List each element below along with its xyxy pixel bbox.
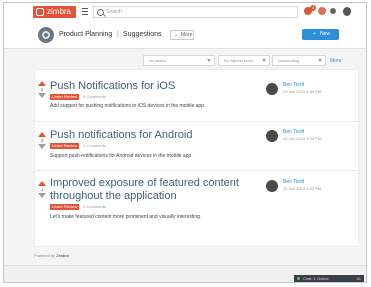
chat-bar[interactable]: Chat: 1 Online 41 (294, 275, 364, 282)
post-title[interactable]: Improved exposure of featured content th… (50, 177, 260, 203)
author-avatar[interactable] (266, 130, 278, 142)
filters-more-link[interactable]: More (330, 57, 341, 65)
post-description: Add support for pushing notifications to… (50, 103, 206, 109)
online-status-icon (297, 277, 300, 280)
divider (35, 170, 358, 171)
comments-link[interactable]: 0 Comments (83, 94, 106, 100)
sort-filter-value: By highest score (224, 58, 254, 63)
vote-up-icon[interactable] (38, 181, 46, 186)
zimbra-logo[interactable]: zimbra (33, 6, 76, 18)
post-date: 23 Jan 2014 4:32 PM (283, 186, 322, 191)
order-filter-value: Descending (278, 58, 300, 63)
post-date: 23 Jan 2014 4:30 PM (283, 136, 322, 141)
author-avatar[interactable] (266, 83, 278, 95)
breadcrumb-app[interactable]: Product Planning (59, 30, 112, 39)
author-name[interactable]: Ben Tiedt (283, 82, 304, 88)
new-button-label: New (320, 31, 331, 37)
post-date: 23 Jan 2014 4:30 PM (283, 89, 322, 94)
status-badge: Under Review (50, 204, 80, 210)
alerts-icon[interactable] (318, 7, 326, 15)
divider (35, 121, 358, 122)
vote-up-icon[interactable] (38, 81, 46, 86)
suggestions-list: 3 Push Notifications for iOS Under Revie… (34, 69, 359, 247)
status-filter[interactable]: No status (143, 55, 215, 66)
post-description: Support push-notifications for Android d… (50, 153, 193, 159)
breadcrumb-separator: | (117, 31, 119, 38)
new-button[interactable]: + New (302, 29, 339, 40)
user-avatar[interactable] (343, 7, 351, 16)
chat-label: Chat: 1 Online (303, 276, 329, 281)
status-filter-value: No status (149, 58, 166, 63)
chevron-down-icon (262, 59, 266, 62)
logo-text: zimbra (47, 7, 72, 16)
post-title[interactable]: Push notifications for Android (50, 129, 260, 142)
hamburger-icon[interactable] (82, 8, 88, 15)
app-icon (38, 27, 54, 43)
logo-mark-icon (36, 8, 44, 16)
page-title: Suggestions (123, 31, 162, 38)
plus-icon: + (313, 31, 316, 37)
vote-count: -1 (40, 187, 44, 192)
search-icon (97, 9, 104, 16)
status-badge: Under Review (50, 143, 80, 149)
post-description: Let's make featured content more promine… (50, 214, 202, 220)
vote-count: 3 (40, 138, 44, 143)
sort-filter[interactable]: By highest score (218, 55, 270, 66)
comments-link[interactable]: 0 Comments (83, 204, 106, 210)
notification-badge: 3 (310, 5, 316, 11)
more-button-label: More (181, 32, 193, 38)
author-name[interactable]: Ben Tiedt (283, 179, 304, 185)
settings-icon[interactable] (330, 8, 336, 14)
chevron-down-icon (207, 59, 211, 62)
vote-down-icon[interactable] (38, 93, 46, 98)
vote-count: 3 (40, 87, 44, 92)
app-window: zimbra Search 3 Product Planning | Sugge… (3, 2, 367, 283)
chevron-down-icon: ⌄ (174, 32, 179, 38)
powered-by: Powered by Zimbra (34, 253, 69, 259)
top-bar: zimbra Search 3 (4, 3, 366, 23)
powered-by-label: Powered by (34, 253, 56, 258)
search-input[interactable]: Search (93, 6, 298, 18)
vote-up-icon[interactable] (38, 132, 46, 137)
chat-count: 41 (356, 276, 361, 281)
status-badge: Under Review (50, 94, 80, 100)
vote-down-icon[interactable] (38, 144, 46, 149)
chevron-down-icon (318, 59, 322, 62)
brand-link[interactable]: Zimbra (56, 253, 68, 258)
vote-down-icon[interactable] (38, 193, 46, 198)
search-placeholder: Search (106, 9, 122, 15)
author-name[interactable]: Ben Tiedt (283, 129, 304, 135)
order-filter[interactable]: Descending (272, 55, 326, 66)
page-header: Product Planning | Suggestions ⌄ More + … (4, 22, 366, 49)
more-button[interactable]: ⌄ More (170, 30, 194, 40)
author-avatar[interactable] (266, 180, 278, 192)
comments-link[interactable]: 0 Comments (83, 143, 106, 149)
post-title[interactable]: Push Notifications for iOS (50, 80, 260, 93)
